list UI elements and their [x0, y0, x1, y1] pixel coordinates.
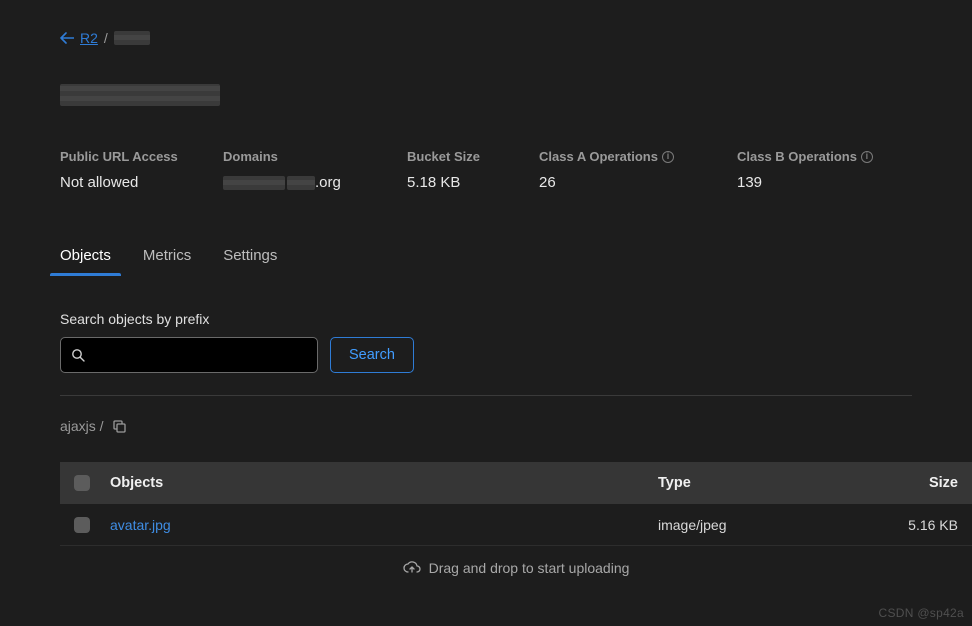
- stat-label-class-a-text: Class A Operations: [539, 149, 658, 164]
- upload-dropzone[interactable]: Drag and drop to start uploading: [60, 546, 972, 590]
- table-header: Objects Type Size: [60, 462, 972, 504]
- table-row: avatar.jpg image/jpeg 5.16 KB: [60, 504, 972, 546]
- tab-metrics[interactable]: Metrics: [143, 247, 191, 276]
- stat-class-b: Class B Operations i 139: [737, 149, 873, 191]
- select-all-checkbox[interactable]: [74, 475, 90, 491]
- search-label: Search objects by prefix: [60, 311, 912, 327]
- stat-value-class-a: 26: [539, 174, 737, 191]
- breadcrumb-current-redacted: [114, 31, 150, 45]
- path-row: ajaxjs /: [60, 418, 912, 434]
- row-checkbox[interactable]: [74, 517, 90, 533]
- copy-icon: [112, 419, 126, 433]
- stat-label-public-url: Public URL Access: [60, 149, 223, 164]
- stat-value-domains: .org: [223, 174, 407, 191]
- info-icon[interactable]: i: [861, 151, 873, 163]
- breadcrumb-back-link[interactable]: R2: [60, 30, 98, 46]
- breadcrumb-back-label: R2: [80, 30, 98, 46]
- stat-public-url: Public URL Access Not allowed: [60, 149, 223, 191]
- info-icon[interactable]: i: [662, 151, 674, 163]
- col-header-objects[interactable]: Objects: [110, 475, 658, 491]
- copy-path-button[interactable]: [112, 419, 126, 433]
- path-current: ajaxjs /: [60, 418, 104, 434]
- watermark: CSDN @sp42a: [878, 606, 964, 620]
- domain-suffix: .org: [315, 174, 341, 191]
- stat-value-bucket-size: 5.18 KB: [407, 174, 539, 191]
- search-button[interactable]: Search: [330, 337, 414, 373]
- tab-objects[interactable]: Objects: [60, 247, 111, 276]
- tab-bar: Objects Metrics Settings: [60, 247, 912, 277]
- object-type: image/jpeg: [658, 517, 888, 533]
- stat-label-class-a: Class A Operations i: [539, 149, 737, 164]
- stat-label-bucket-size: Bucket Size: [407, 149, 539, 164]
- stat-domains: Domains .org: [223, 149, 407, 191]
- stats-row: Public URL Access Not allowed Domains .o…: [60, 149, 912, 191]
- search-input[interactable]: [85, 347, 307, 363]
- arrow-left-icon: [60, 32, 74, 44]
- col-header-size[interactable]: Size: [888, 475, 958, 491]
- stat-bucket-size: Bucket Size 5.18 KB: [407, 149, 539, 191]
- stat-label-domains: Domains: [223, 149, 407, 164]
- stat-label-class-b: Class B Operations i: [737, 149, 873, 164]
- object-name-link[interactable]: avatar.jpg: [110, 517, 171, 533]
- domain-redacted-2: [287, 176, 315, 190]
- search-input-wrap[interactable]: [60, 337, 318, 373]
- breadcrumb-separator: /: [104, 30, 108, 46]
- page-title: [60, 84, 912, 109]
- tab-settings[interactable]: Settings: [223, 247, 277, 276]
- objects-table: Objects Type Size avatar.jpg image/jpeg …: [60, 462, 972, 590]
- object-size: 5.16 KB: [888, 517, 958, 533]
- stat-label-class-b-text: Class B Operations: [737, 149, 857, 164]
- divider: [60, 395, 912, 396]
- stat-class-a: Class A Operations i 26: [539, 149, 737, 191]
- search-icon: [71, 348, 85, 362]
- stat-value-public-url: Not allowed: [60, 174, 223, 191]
- cloud-upload-icon: [403, 561, 421, 575]
- domain-redacted-1: [223, 176, 285, 190]
- dropzone-text: Drag and drop to start uploading: [429, 560, 630, 576]
- breadcrumb: R2 /: [60, 30, 912, 46]
- page-title-redacted: [60, 84, 220, 106]
- stat-value-class-b: 139: [737, 174, 873, 191]
- search-section: Search objects by prefix Search: [60, 311, 912, 373]
- col-header-type[interactable]: Type: [658, 475, 888, 491]
